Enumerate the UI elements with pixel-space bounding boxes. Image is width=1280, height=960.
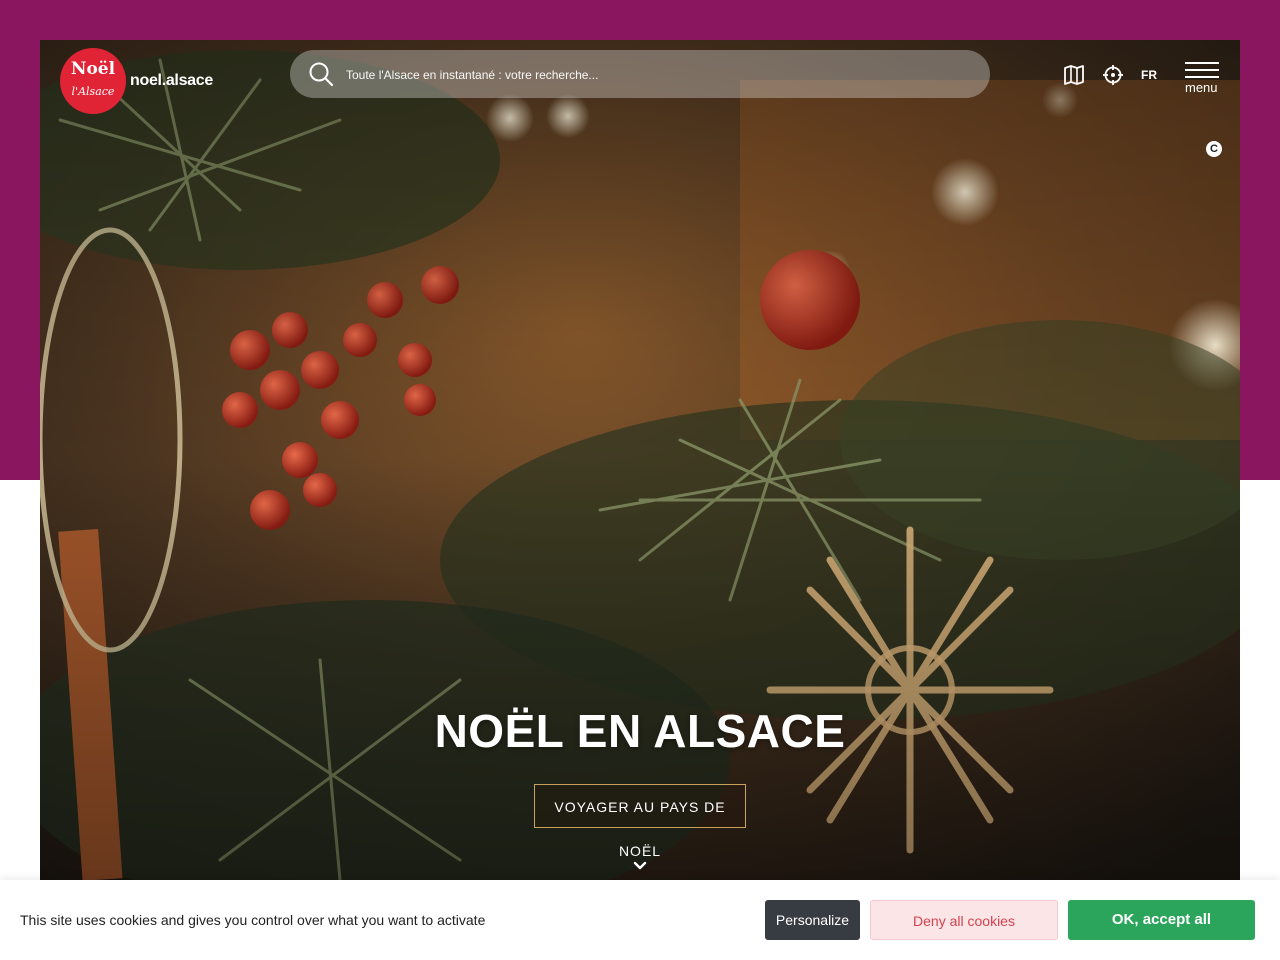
hero-title: NOËL EN ALSACE <box>434 705 846 757</box>
hero-cta-button[interactable]: VOYAGER AU PAYS DE NOËL <box>534 784 746 859</box>
personalize-button[interactable]: Personalize <box>765 900 860 940</box>
page: Noël l'Alsace noel.alsace FR <box>0 0 1280 960</box>
language-selector[interactable]: FR <box>1141 68 1157 82</box>
photo-credit-button[interactable]: C <box>1206 141 1222 157</box>
locate-icon[interactable] <box>1102 64 1124 86</box>
menu-bar-icon <box>1185 76 1219 78</box>
menu-bar-icon <box>1185 69 1219 71</box>
menu-button[interactable]: menu <box>1183 60 1223 96</box>
logo-bottom-text: l'Alsace <box>71 85 115 98</box>
menu-bar-icon <box>1185 62 1219 64</box>
cookie-message: This site uses cookies and gives you con… <box>20 912 486 928</box>
map-icon[interactable] <box>1063 64 1085 86</box>
menu-label: menu <box>1185 80 1218 95</box>
accept-cookies-button[interactable]: OK, accept all <box>1068 900 1255 940</box>
cookie-banner: This site uses cookies and gives you con… <box>0 880 1280 960</box>
search-icon[interactable] <box>308 61 334 87</box>
hero-section: Noël l'Alsace noel.alsace FR <box>40 40 1240 880</box>
search-input[interactable] <box>344 58 968 92</box>
logo-top-text: Noël <box>70 59 116 79</box>
site-name[interactable]: noel.alsace <box>130 72 213 90</box>
deny-cookies-button[interactable]: Deny all cookies <box>870 900 1058 940</box>
site-logo[interactable]: Noël l'Alsace <box>60 48 126 114</box>
search-bar[interactable] <box>290 50 990 98</box>
chevron-down-icon[interactable] <box>632 858 648 874</box>
